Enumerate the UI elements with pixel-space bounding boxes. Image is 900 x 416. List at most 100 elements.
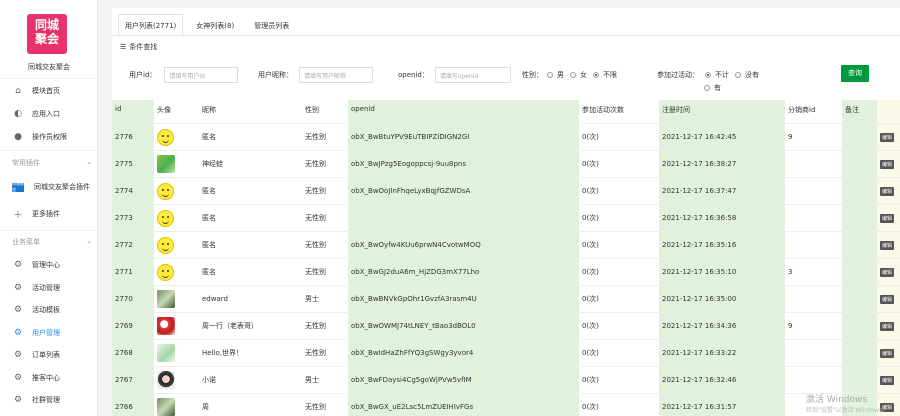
header-gender: 性别: [305, 106, 319, 114]
cell-openid: obX_BwFDaysi4Cg5goWjPVw5vfIM: [348, 367, 579, 393]
gender-radio-male[interactable]: 男: [547, 70, 564, 80]
sidebar: 同城 聚会 同城交友聚会 ⌂ 模块首页 ◐ 应用入口 ● 操作员权限 常用插件 …: [0, 0, 98, 416]
chevron-down-icon: ⌄: [86, 158, 92, 166]
header-id[interactable]: id: [112, 100, 154, 123]
filter-title-text: 条件查找: [129, 43, 158, 51]
chat-icon: ◐: [14, 109, 22, 119]
cell-nickname: Hello,世界！: [202, 349, 243, 357]
cell-count: 0(次): [582, 214, 599, 222]
edit-button[interactable]: 编辑: [880, 348, 895, 358]
nickname-input[interactable]: 请填写用户昵称: [299, 67, 373, 83]
sidebar-item-operator-permissions[interactable]: ● 操作员权限: [0, 126, 98, 148]
sidebar-item-business[interactable]: ⚙ 管理中心: [0, 254, 98, 276]
table-row: 2775 神经蛙 无性别 obX_BwJPzg5Eogoppcsj-9uu8pns 0(…: [112, 151, 900, 178]
header-count: 参加活动次数: [582, 106, 624, 114]
radio-label: 男: [557, 71, 564, 79]
tab-user-list[interactable]: 用户列表(2771): [118, 14, 184, 36]
cell-openid: obX_BwBtuYPV9EuTBIPZiDIGN2GI: [348, 124, 579, 150]
list-icon: ☰: [120, 43, 127, 51]
avatar: [157, 128, 174, 146]
edit-button[interactable]: 编辑: [880, 321, 895, 331]
joined-radio-none[interactable]: 没有: [735, 70, 759, 80]
table-row: 2767 小诺 男士 obX_BwFDaysi4Cg5goWjPVw5vfIM 0(次)…: [112, 367, 900, 394]
gender-radio-any[interactable]: 不限: [593, 70, 617, 80]
cell-count: 0(次): [582, 187, 599, 195]
divider: [0, 150, 98, 151]
cell-actions: 编辑: [877, 286, 900, 312]
cell-register-time: 2021-12-17 16:32:46: [659, 367, 785, 393]
cell-nickname: 匿名: [202, 268, 216, 276]
logo-line-1: 同城: [34, 18, 59, 32]
tab-underline: [112, 35, 900, 36]
edit-button[interactable]: 编辑: [880, 267, 895, 277]
user-id-input[interactable]: 请填写用户id: [164, 67, 239, 83]
sidebar-item-app-entry[interactable]: ◐ 应用入口: [0, 103, 98, 125]
header-nickname: 昵称: [202, 106, 216, 114]
radio-circle-checked: [705, 72, 711, 78]
gear-icon: ⚙: [13, 305, 23, 315]
cell-note: [842, 313, 877, 339]
section-plugins[interactable]: 常用插件 ⌄: [12, 158, 92, 168]
cell-nickname: 周: [202, 403, 209, 411]
app-logo[interactable]: 同城 聚会: [27, 14, 67, 54]
openid-input[interactable]: 请填写openid: [434, 67, 511, 83]
edit-button[interactable]: 编辑: [880, 213, 895, 223]
sidebar-item-business[interactable]: ⚙ 社群管理: [0, 389, 98, 411]
edit-button[interactable]: 编辑: [880, 186, 895, 196]
cell-gender: 无性别: [305, 160, 326, 168]
nickname-label: 用户昵称：: [258, 71, 293, 79]
gear-icon: ⚙: [13, 260, 23, 270]
cell-register-time: 2021-12-17 16:36:58: [659, 205, 785, 231]
table-row: 2766 周 无性别 obX_BwGX_uE2Lsc5LmZUEIHIvFGs 0(次)…: [112, 394, 900, 416]
sidebar-item-label: 同城交友聚会插件: [34, 183, 90, 191]
edit-button[interactable]: 编辑: [880, 375, 895, 385]
sidebar-item-business[interactable]: ⚙ 订单列表: [0, 344, 98, 366]
cell-nickname: 匿名: [202, 187, 216, 195]
sidebar-item-business[interactable]: ⚙ 活动管理: [0, 277, 98, 299]
gender-radio-female[interactable]: 女: [570, 70, 587, 80]
edit-button[interactable]: 编辑: [880, 159, 895, 169]
cell-id: 2768: [112, 340, 154, 366]
edit-button[interactable]: 编辑: [880, 240, 895, 250]
cell-register-time: 2021-12-17 16:33:22: [659, 340, 785, 366]
edit-button[interactable]: 编辑: [880, 294, 895, 304]
cell-register-time: 2021-12-17 16:31:57: [659, 394, 785, 416]
joined-radio-ignore[interactable]: 不计: [705, 70, 729, 80]
sidebar-item-label: 订单列表: [32, 351, 60, 359]
cell-avatar: [154, 286, 199, 312]
edit-button[interactable]: 编辑: [880, 132, 895, 142]
table-row: 2772 匿名 无性别 obX_BwOyfw4KUu6prwN4CvotwMOQ 0(次…: [112, 232, 900, 259]
cell-register-time: 2021-12-17 16:38:27: [659, 151, 785, 177]
tab-goddess-list[interactable]: 女神列表(8): [189, 14, 241, 36]
sidebar-item-more-plugins[interactable]: ＋ 更多插件: [0, 203, 98, 225]
openid-label: openid：: [398, 71, 429, 79]
sidebar-item-business[interactable]: ⚙ 用户管理: [0, 322, 98, 344]
cell-id: 2770: [112, 286, 154, 312]
sidebar-item-module-home[interactable]: ⌂ 模块首页: [0, 80, 98, 102]
app-name: 同城交友聚会: [28, 63, 70, 71]
sidebar-item-business[interactable]: ⚙ 活动模板: [0, 299, 98, 321]
radio-circle: [735, 72, 741, 78]
content-panel: 用户列表(2771) 女神列表(8) 管理员列表 ☰ 条件查找 用户id： 请填…: [112, 8, 900, 416]
cell-id: 2772: [112, 232, 154, 258]
cell-distributor-id: 9: [788, 322, 793, 330]
search-button[interactable]: 查询: [841, 65, 869, 82]
cell-register-time: 2021-12-17 16:35:00: [659, 286, 785, 312]
cell-nickname: 神经蛙: [202, 160, 223, 168]
joined-radio-yes[interactable]: 有: [704, 83, 721, 93]
cell-count: 0(次): [582, 268, 599, 276]
cell-gender: 无性别: [305, 241, 326, 249]
activation-watermark-hint: 转到"设置"以激活 Windows。: [806, 407, 889, 414]
divider: [0, 78, 98, 79]
section-business[interactable]: 业务菜单 ⌄: [12, 237, 92, 247]
cell-distributor-id: [785, 178, 842, 204]
sidebar-item-business[interactable]: ⚙ 推客中心: [0, 367, 98, 389]
avatar: [157, 182, 174, 200]
cell-note: [842, 367, 877, 393]
tab-admin-list[interactable]: 管理员列表: [247, 14, 296, 36]
cell-actions: 编辑: [877, 259, 900, 285]
sidebar-item-label: 应用入口: [32, 110, 60, 118]
cell-openid: obX_BwIdHaZhFfYQ3gSWgy3yvor4: [348, 340, 579, 366]
cell-count: 0(次): [582, 241, 599, 249]
sidebar-item-plugin[interactable]: 同城聚会 同城交友聚会插件: [0, 176, 98, 198]
